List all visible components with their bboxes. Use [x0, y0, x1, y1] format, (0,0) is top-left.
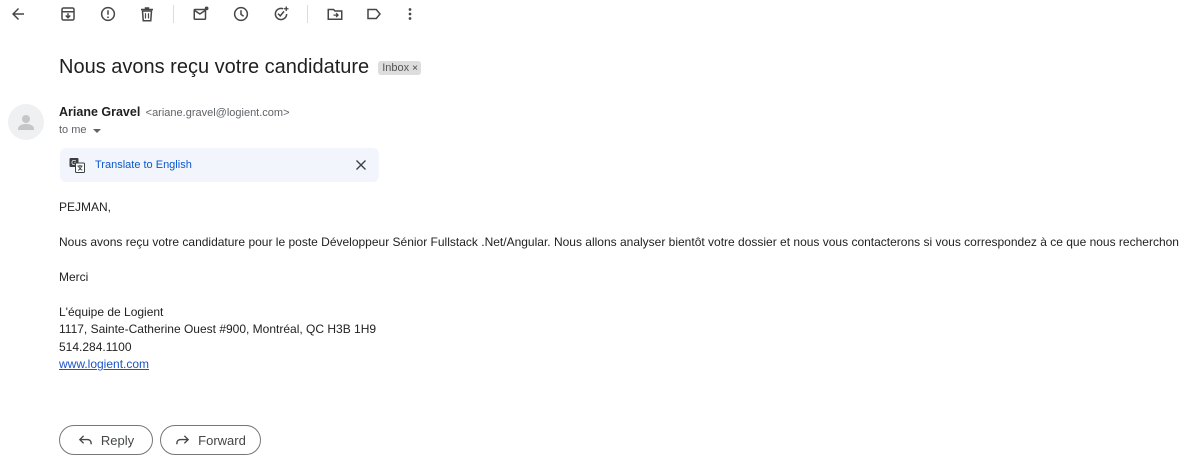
- sender-name[interactable]: Ariane Gravel: [59, 105, 140, 119]
- signature-website-link[interactable]: www.logient.com: [59, 357, 149, 371]
- signature-website-row: www.logient.com: [59, 357, 149, 371]
- toolbar-divider: [173, 5, 174, 23]
- add-to-tasks-icon[interactable]: [270, 3, 292, 25]
- sender-line: Ariane Gravel <ariane.gravel@logient.com…: [59, 105, 290, 119]
- forward-label: Forward: [198, 432, 246, 448]
- signature-phone: 514.284.1100: [59, 340, 132, 354]
- toolbar-divider: [307, 5, 308, 23]
- signature-team: L'équipe de Logient: [59, 305, 164, 319]
- closing-thanks: Merci: [59, 270, 89, 284]
- archive-icon[interactable]: [57, 3, 79, 25]
- body-paragraph: Nous avons reçu votre candidature pour l…: [59, 235, 1179, 249]
- remove-label-button[interactable]: ×: [412, 63, 418, 74]
- greeting: PEJMAN,: [59, 200, 112, 214]
- back-arrow-icon[interactable]: [7, 3, 29, 25]
- inbox-label-chip: Inbox ×: [378, 61, 421, 75]
- mark-unread-icon[interactable]: [190, 3, 212, 25]
- label-chip-text: Inbox: [382, 62, 410, 74]
- snooze-icon[interactable]: [230, 3, 252, 25]
- signature-address: 1117, Sainte-Catherine Ouest #900, Montr…: [59, 322, 377, 336]
- recipient-text: to me: [59, 124, 87, 136]
- reply-icon: [78, 434, 92, 444]
- person-icon: [18, 115, 34, 130]
- delete-icon[interactable]: [136, 3, 158, 25]
- move-to-icon[interactable]: [324, 3, 346, 25]
- recipient-details-toggle[interactable]: to me: [59, 124, 101, 136]
- subject-row: Nous avons reçu votre candidature Inbox …: [59, 54, 421, 80]
- translate-icon: G: [69, 158, 85, 173]
- reply-button[interactable]: Reply: [59, 425, 153, 455]
- translate-bar: G Translate to English: [60, 148, 379, 182]
- forward-icon: [176, 434, 190, 444]
- close-icon[interactable]: [353, 157, 369, 173]
- translate-to-english-link[interactable]: Translate to English: [95, 159, 192, 171]
- sender-avatar: [8, 104, 44, 140]
- report-spam-icon[interactable]: [97, 3, 119, 25]
- sender-email: <ariane.gravel@logient.com>: [145, 107, 290, 119]
- email-toolbar: [0, 0, 1179, 30]
- reply-label: Reply: [100, 432, 135, 448]
- more-options-icon[interactable]: [399, 3, 421, 25]
- chevron-down-icon: [92, 129, 101, 133]
- email-subject: Nous avons reçu votre candidature: [59, 55, 370, 78]
- label-icon[interactable]: [363, 3, 385, 25]
- forward-button[interactable]: Forward: [160, 425, 261, 455]
